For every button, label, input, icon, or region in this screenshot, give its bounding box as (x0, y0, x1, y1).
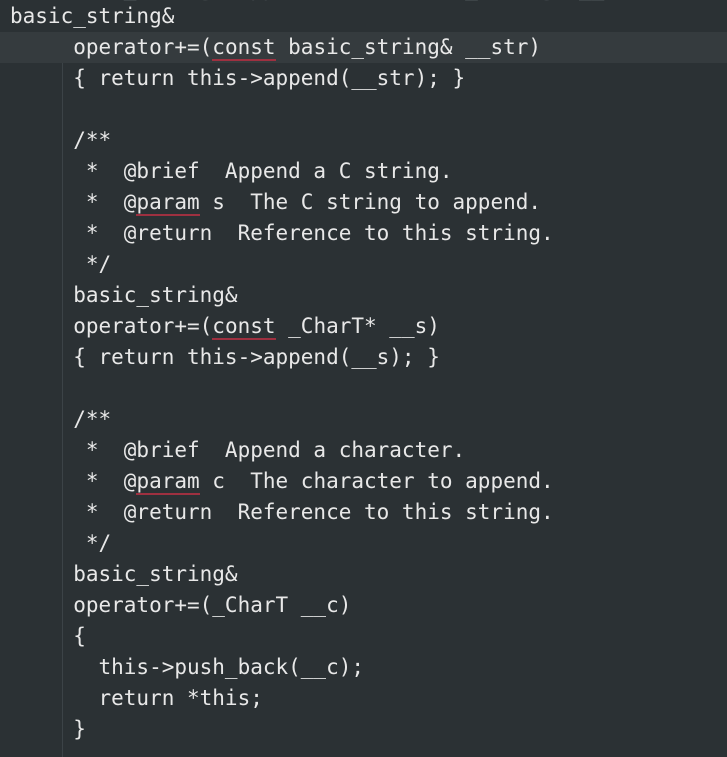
code-line[interactable]: operator+=(const _CharT* __s) (0, 311, 727, 342)
code-line[interactable] (0, 373, 727, 404)
code-line[interactable]: operator+=(_CharT __c) (0, 590, 727, 621)
code-token: * @ (10, 190, 137, 214)
code-line[interactable]: /** (0, 125, 727, 156)
code-line[interactable] (0, 94, 727, 125)
code-line[interactable]: * @param c The character to append. (0, 466, 727, 497)
inspection-underlined-token: const (212, 32, 276, 63)
code-token: * @ (10, 469, 137, 493)
code-token: /** (10, 128, 112, 152)
code-line[interactable]: * @return Reference to this string. (0, 497, 727, 528)
code-token: * @return Reference to this string. (10, 500, 554, 524)
code-token: * @brief Append a C string. (10, 159, 453, 183)
code-line[interactable]: /** (0, 404, 727, 435)
code-token: * @return Reference to this string. (10, 221, 554, 245)
code-line[interactable]: return *this; (0, 683, 727, 714)
code-token: { return this->append(__str); } (10, 66, 466, 90)
inspection-underlined-token: param (136, 466, 200, 497)
code-token: * @brief Append a character. (10, 438, 466, 462)
code-line[interactable]: { return this->append(__s); } (0, 342, 727, 373)
code-token: this->push_back(__c); (10, 655, 365, 679)
code-line[interactable]: { (0, 621, 727, 652)
code-line[interactable]: * @brief Append a C string. (0, 156, 727, 187)
code-line[interactable]: } (0, 714, 727, 745)
code-token: _CharT* __s) (275, 314, 440, 338)
code-line[interactable]: this->push_back(__c); (0, 652, 727, 683)
code-token: { (10, 624, 86, 648)
code-line[interactable]: */ (0, 249, 727, 280)
code-token: basic_string& (10, 562, 238, 586)
code-lines-container[interactable]: basic_string& operator+=(const basic_str… (0, 1, 727, 745)
code-line[interactable]: { return this->append(__str); } (0, 63, 727, 94)
code-token: operator+=( (10, 35, 213, 59)
code-line[interactable]: basic_string& (0, 1, 727, 32)
code-token: c The character to append. (199, 469, 554, 493)
code-token: { return this->append(__s); } (10, 345, 440, 369)
code-line[interactable]: * @return Reference to this string. (0, 218, 727, 249)
code-token: s The C string to append. (199, 190, 542, 214)
code-line[interactable]: * @brief Append a character. (0, 435, 727, 466)
code-line[interactable]: * @param s The C string to append. (0, 187, 727, 218)
inspection-underlined-token: const (212, 311, 276, 342)
code-line[interactable]: basic_string& (0, 280, 727, 311)
code-token: return *this; (10, 686, 263, 710)
code-editor-viewport[interactable]: basic_string& append(const basic_string&… (0, 0, 727, 757)
code-token: basic_string& (10, 283, 238, 307)
code-token: basic_string& (10, 4, 175, 28)
code-token: } (10, 717, 86, 741)
code-line[interactable]: basic_string& (0, 559, 727, 590)
code-token: basic_string& __str) (275, 35, 542, 59)
inspection-underlined-token: param (136, 187, 200, 218)
code-token: */ (10, 252, 112, 276)
code-token: */ (10, 531, 112, 555)
code-line[interactable]: */ (0, 528, 727, 559)
code-token: operator+=(_CharT __c) (10, 593, 352, 617)
code-token: operator+=( (10, 314, 213, 338)
code-token: /** (10, 407, 112, 431)
code-line[interactable]: operator+=(const basic_string& __str) (0, 32, 727, 63)
